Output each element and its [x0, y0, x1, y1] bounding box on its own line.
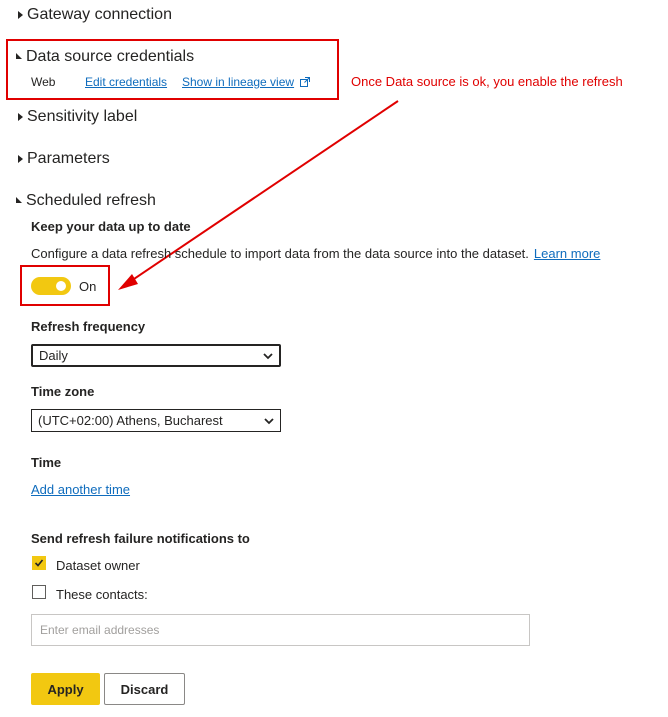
notifications-label: Send refresh failure notifications to	[31, 531, 250, 546]
section-title: Scheduled refresh	[26, 192, 156, 209]
add-another-time-link[interactable]: Add another time	[31, 482, 130, 497]
section-parameters[interactable]: Parameters	[18, 150, 110, 168]
time-zone-select[interactable]: (UTC+02:00) Athens, Bucharest	[31, 409, 281, 432]
description-text: Configure a data refresh schedule to imp…	[31, 246, 529, 261]
these-contacts-checkbox[interactable]	[32, 585, 46, 599]
learn-more-link[interactable]: Learn more	[534, 246, 600, 261]
time-label: Time	[31, 455, 62, 470]
time-zone-label: Time zone	[31, 384, 95, 399]
caret-down-icon	[16, 197, 22, 203]
caret-right-icon	[18, 113, 23, 121]
email-addresses-input[interactable]: Enter email addresses	[31, 614, 530, 646]
apply-button-label: Apply	[47, 681, 84, 697]
section-scheduled-refresh[interactable]: Scheduled refresh	[16, 192, 156, 210]
keep-data-up-to-date-heading: Keep your data up to date	[31, 219, 191, 234]
email-placeholder: Enter email addresses	[40, 623, 160, 637]
discard-button-label: Discard	[120, 681, 169, 697]
scheduled-refresh-toggle[interactable]	[31, 277, 71, 295]
toggle-state-label: On	[79, 279, 97, 294]
refresh-description: Configure a data refresh schedule to imp…	[31, 246, 600, 261]
section-sensitivity-label[interactable]: Sensitivity label	[18, 108, 137, 126]
chevron-down-icon	[264, 417, 274, 424]
time-zone-value: (UTC+02:00) Athens, Bucharest	[38, 413, 223, 428]
these-contacts-label: These contacts:	[56, 587, 148, 602]
refresh-frequency-value: Daily	[39, 348, 68, 363]
checkmark-icon	[34, 559, 44, 567]
dataset-owner-label: Dataset owner	[56, 558, 140, 573]
refresh-frequency-label: Refresh frequency	[31, 319, 146, 334]
chevron-down-icon	[263, 352, 273, 359]
refresh-frequency-select[interactable]: Daily	[31, 344, 281, 367]
section-title: Parameters	[27, 150, 110, 167]
discard-button[interactable]: Discard	[104, 673, 185, 705]
toggle-knob	[56, 281, 66, 291]
dataset-owner-checkbox[interactable]	[32, 556, 46, 570]
caret-right-icon	[18, 155, 23, 163]
section-title: Sensitivity label	[27, 108, 138, 125]
apply-button[interactable]: Apply	[31, 673, 100, 705]
